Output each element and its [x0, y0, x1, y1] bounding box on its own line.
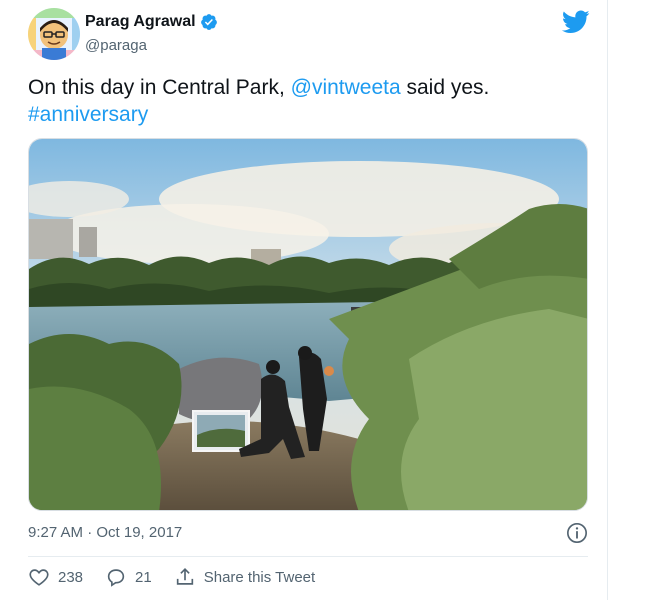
reply-bubble-icon: [107, 569, 125, 587]
like-button[interactable]: 238: [28, 566, 83, 588]
mention-link[interactable]: @vintweeta: [291, 76, 401, 99]
tweet-card: Parag Agrawal @paraga On this day in Cen…: [0, 0, 608, 600]
heart-icon: [29, 569, 49, 586]
divider: [28, 556, 588, 557]
avatar[interactable]: [28, 8, 80, 60]
like-count: 238: [58, 568, 84, 586]
tweet-timestamp[interactable]: 9:27 AM · Oct 19, 2017: [28, 524, 182, 541]
tweet-photo[interactable]: [28, 138, 588, 511]
twitter-bird-icon[interactable]: [562, 10, 590, 34]
tweet-text-after: said yes.: [400, 76, 490, 99]
tweet-actions: 238 21 Share this Tweet: [28, 566, 337, 588]
verified-badge-icon: [200, 14, 217, 30]
share-label: Share this Tweet: [203, 568, 316, 586]
central-park-photo: [29, 139, 587, 510]
tweet-text: On this day in Central Park, @vintweeta …: [28, 74, 588, 128]
author-display-name[interactable]: Parag Agrawal: [85, 13, 196, 31]
reply-count: 21: [135, 568, 152, 586]
avatar-illustration: [28, 8, 80, 60]
info-icon[interactable]: [566, 522, 588, 544]
author-handle[interactable]: @paraga: [85, 37, 147, 54]
hashtag-link[interactable]: #anniversary: [28, 103, 148, 126]
reply-button[interactable]: 21: [105, 566, 152, 588]
share-button[interactable]: Share this Tweet: [174, 566, 315, 588]
tweet-text-before: On this day in Central Park,: [28, 76, 291, 99]
author-name-row: Parag Agrawal: [85, 13, 218, 31]
share-icon: [176, 568, 193, 585]
